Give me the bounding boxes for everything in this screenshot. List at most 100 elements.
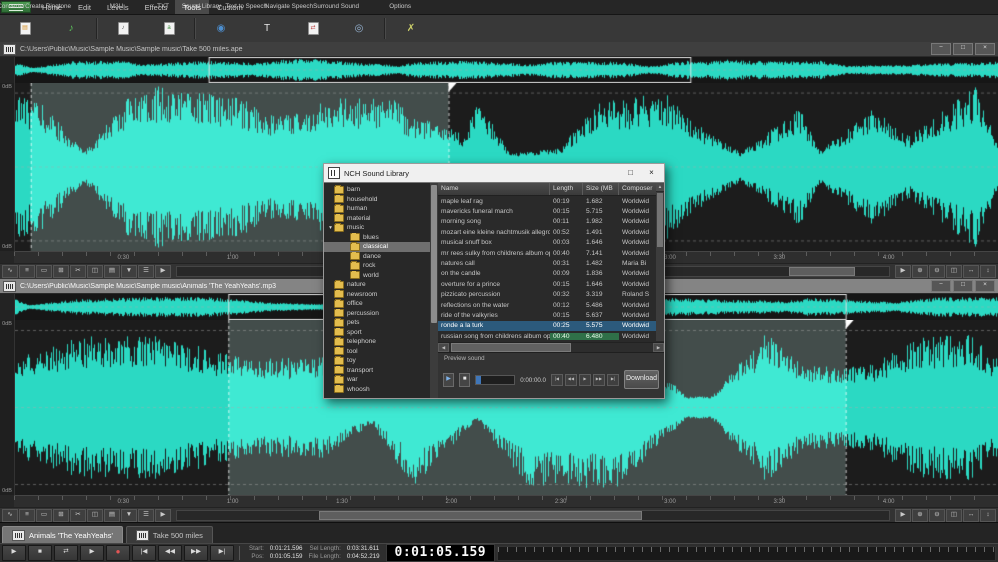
menu-tab-edit[interactable]: Edit bbox=[70, 0, 99, 14]
tree-item-whoosh[interactable]: whoosh bbox=[324, 385, 430, 395]
tree-item-human[interactable]: human bbox=[324, 204, 430, 214]
list-row[interactable]: overture for a prince00:151.646Worldwid bbox=[438, 279, 664, 289]
text-to-speech-button[interactable]: TText to Speech bbox=[244, 15, 290, 42]
scrollbar-thumb[interactable] bbox=[789, 267, 855, 276]
window-restore-button[interactable]: □ bbox=[953, 280, 973, 292]
window-close-button[interactable]: × bbox=[975, 43, 995, 55]
preview-play-icon[interactable]: ▶ bbox=[579, 374, 591, 386]
tree-item-telephone[interactable]: telephone bbox=[324, 337, 430, 347]
play-small-icon[interactable]: ▶ bbox=[155, 265, 171, 278]
pointer-icon[interactable]: ▶ bbox=[895, 509, 911, 522]
tree-item-pets[interactable]: pets bbox=[324, 318, 430, 328]
selection-icon[interactable]: ▭ bbox=[36, 509, 52, 522]
rewind-button[interactable]: ◀◀ bbox=[158, 545, 182, 561]
copy-icon[interactable]: ◫ bbox=[87, 265, 103, 278]
play-small-icon[interactable]: ▶ bbox=[155, 509, 171, 522]
batch-converter-button[interactable]: ▤Batch Converter bbox=[2, 15, 48, 42]
column-header-length[interactable]: Length bbox=[550, 183, 583, 195]
dialog-close-button[interactable]: × bbox=[643, 167, 660, 180]
dialog-maximize-button[interactable]: □ bbox=[622, 167, 639, 180]
fast-forward-button[interactable]: ▶▶ bbox=[184, 545, 208, 561]
timeline-navigation-strip[interactable] bbox=[497, 546, 996, 561]
preview-progress-bar[interactable] bbox=[475, 375, 515, 385]
record-button[interactable]: ● bbox=[106, 545, 130, 561]
overview-waveform-canvas[interactable] bbox=[15, 57, 998, 83]
skip-end-button[interactable]: ▶| bbox=[210, 545, 234, 561]
tree-scrollbar[interactable] bbox=[430, 183, 438, 398]
document-tab-animals-the-yeahyeahs[interactable]: Animals 'The YeahYeahs' bbox=[2, 526, 123, 544]
pencil-edit-icon[interactable]: ∿ bbox=[2, 509, 18, 522]
window-close-button[interactable]: × bbox=[975, 280, 995, 292]
window-minimize-button[interactable]: − bbox=[931, 280, 951, 292]
list-row[interactable]: pizzicato percussion00:323.319Roland S bbox=[438, 290, 664, 300]
preview-skip-start-icon[interactable]: |◀ bbox=[551, 374, 563, 386]
list-scrollbar-thumb[interactable] bbox=[657, 193, 663, 247]
zoom-vertical-icon[interactable]: ↕ bbox=[980, 509, 996, 522]
hscroll-thumb[interactable] bbox=[451, 343, 571, 352]
pointer-icon[interactable]: ▶ bbox=[895, 265, 911, 278]
cut-icon[interactable]: ✂ bbox=[70, 265, 86, 278]
marker-icon[interactable]: ▼ bbox=[121, 509, 137, 522]
tree-item-blues[interactable]: blues bbox=[324, 233, 430, 243]
sound-library-button[interactable]: ◉Sound Library bbox=[198, 15, 244, 42]
zoom-selection-icon[interactable]: ◫ bbox=[946, 265, 962, 278]
preview-rewind-icon[interactable]: ◀◀ bbox=[565, 374, 577, 386]
list-row[interactable]: on the candle00:091.836Worldwid bbox=[438, 269, 664, 279]
menu-tab-effects[interactable]: Effects bbox=[137, 0, 176, 14]
tree-item-music[interactable]: ▾music bbox=[324, 223, 430, 233]
stop-button[interactable]: ■ bbox=[28, 545, 52, 561]
zoom-horizontal-icon[interactable]: ↔ bbox=[963, 265, 979, 278]
list-row[interactable]: ride of the valkyries00:155.637Worldwid bbox=[438, 310, 664, 320]
levels-icon[interactable]: ≡ bbox=[19, 509, 35, 522]
grid-icon[interactable]: ⊞ bbox=[53, 509, 69, 522]
zoom-in-icon[interactable]: ⊕ bbox=[912, 509, 928, 522]
options-button[interactable]: ✗Options bbox=[388, 15, 434, 42]
tree-item-world[interactable]: world bbox=[324, 271, 430, 281]
preview-fast-forward-icon[interactable]: ▶▶ bbox=[593, 374, 605, 386]
list-row[interactable]: morning song00:111.982Worldwid bbox=[438, 217, 664, 227]
cut-icon[interactable]: ✂ bbox=[70, 509, 86, 522]
tree-item-war[interactable]: war bbox=[324, 375, 430, 385]
zoom-out-icon[interactable]: ⊖ bbox=[929, 509, 945, 522]
zoom-horizontal-icon[interactable]: ↔ bbox=[963, 509, 979, 522]
scroll-up-icon[interactable]: ▲ bbox=[656, 183, 664, 192]
column-header-name[interactable]: Name bbox=[438, 183, 550, 195]
tree-item-barn[interactable]: barn bbox=[324, 185, 430, 195]
preview-skip-end-icon[interactable]: ▶| bbox=[607, 374, 619, 386]
play-button[interactable]: ▶ bbox=[80, 545, 104, 561]
m3u-button[interactable]: ♪M3U bbox=[100, 15, 146, 42]
play-pause-button[interactable]: ▶ bbox=[2, 545, 26, 561]
list-scrollbar[interactable]: ▲ bbox=[656, 183, 664, 341]
list-row[interactable]: musical snuff box00:031.646Worldwid bbox=[438, 238, 664, 248]
list-horizontal-scrollbar[interactable]: ◀ ▶ bbox=[438, 342, 664, 352]
list-row[interactable]: ronde a la turk00:255.575Worldwid bbox=[438, 321, 664, 331]
window-minimize-button[interactable]: − bbox=[931, 43, 951, 55]
tree-item-sport[interactable]: sport bbox=[324, 328, 430, 338]
column-header-size-mb[interactable]: Size (MB bbox=[583, 183, 619, 195]
selection-icon[interactable]: ▭ bbox=[36, 265, 52, 278]
tree-item-office[interactable]: office bbox=[324, 299, 430, 309]
tree-item-material[interactable]: material bbox=[324, 214, 430, 224]
tree-item-transport[interactable]: transport bbox=[324, 366, 430, 376]
copy-icon[interactable]: ◫ bbox=[87, 509, 103, 522]
list-row[interactable]: maple leaf rag00:191.682Worldwid bbox=[438, 196, 664, 206]
window-title-bar[interactable]: C:\Users\Public\Music\Sample Music\Sampl… bbox=[0, 42, 998, 57]
levels-icon[interactable]: ≡ bbox=[19, 265, 35, 278]
window-restore-button[interactable]: □ bbox=[953, 43, 973, 55]
list-row[interactable]: reflections on the water00:125.486Worldw… bbox=[438, 300, 664, 310]
loop-button[interactable]: ⇄ bbox=[54, 545, 78, 561]
zoom-in-icon[interactable]: ⊕ bbox=[912, 265, 928, 278]
tree-item-household[interactable]: household bbox=[324, 195, 430, 205]
surround-sound-button[interactable]: ◎Surround Sound bbox=[336, 15, 382, 42]
list-row[interactable]: natures call00:311.482Maria Bi bbox=[438, 258, 664, 268]
tree-item-toy[interactable]: toy bbox=[324, 356, 430, 366]
download-button[interactable]: Download bbox=[624, 370, 659, 389]
marker-icon[interactable]: ▼ bbox=[121, 265, 137, 278]
create-ringtone-button[interactable]: ♪Create Ringtone bbox=[48, 15, 94, 42]
tree-item-rock[interactable]: rock bbox=[324, 261, 430, 271]
tree-scrollbar-thumb[interactable] bbox=[431, 185, 437, 323]
scroll-left-icon[interactable]: ◀ bbox=[438, 343, 449, 352]
txt-button[interactable]: aTXT bbox=[146, 15, 192, 42]
list-row[interactable]: russian song from childrens album op 390… bbox=[438, 331, 664, 341]
hscroll-track[interactable] bbox=[449, 343, 653, 352]
